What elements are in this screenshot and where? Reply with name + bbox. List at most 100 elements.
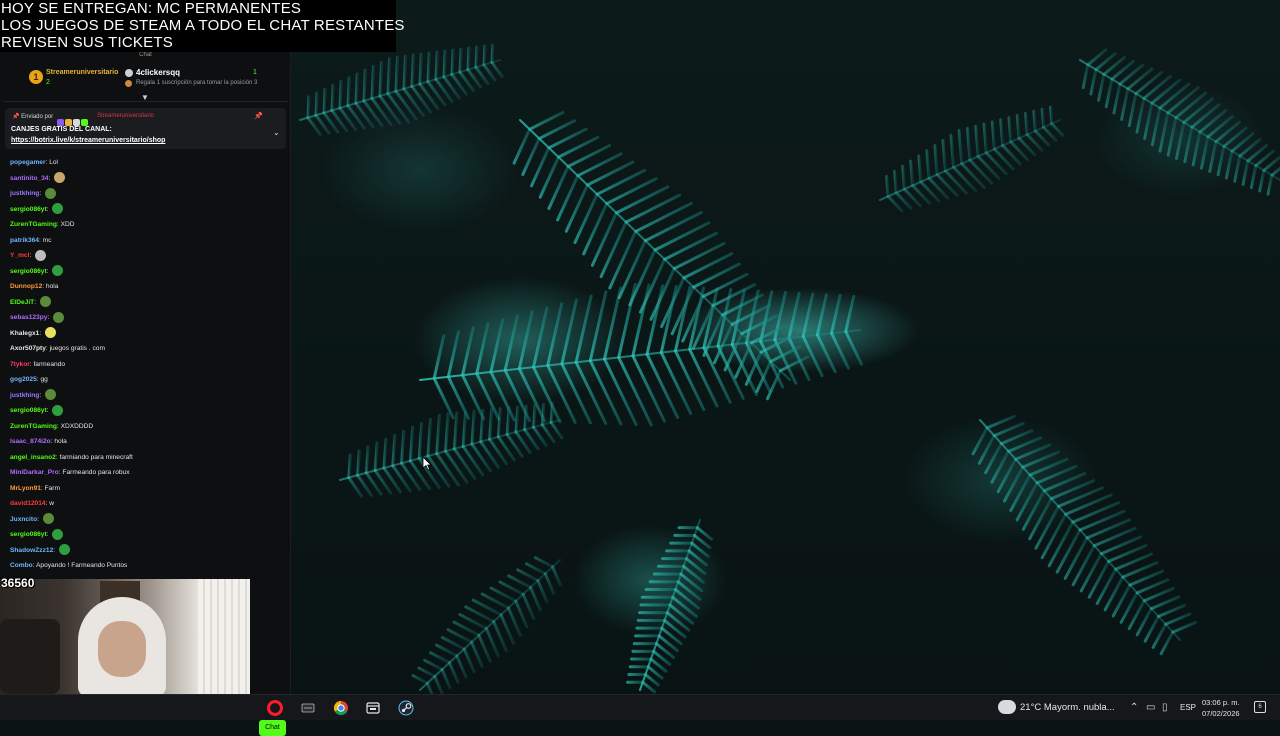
chat-message: ShadowZzz12: <box>0 543 291 559</box>
chat-text: farmeando <box>33 360 65 368</box>
chat-username[interactable]: sergio086yt <box>10 531 47 538</box>
chat-username[interactable]: Juxncito <box>10 516 37 523</box>
pinned-link[interactable]: https://botrix.live/k/streameruniversita… <box>11 137 165 144</box>
chat-message: Combo: Apoyando ! Farmeando Puntos <box>0 558 291 574</box>
chat-username[interactable]: Combo <box>10 562 33 569</box>
chat-message: sergio086yt: <box>0 202 291 218</box>
system-clock[interactable]: 03:06 p. m. 07/02/2026 <box>1202 697 1240 719</box>
chat-text: gg <box>40 376 48 383</box>
chat-username[interactable]: sebas123py <box>10 314 47 321</box>
chat-separator: : <box>46 267 51 275</box>
chat-text: mc <box>42 236 52 244</box>
chat-username[interactable]: justkhing <box>10 190 39 197</box>
chat-message: Isaac_874i2o: hola <box>0 434 291 450</box>
chat-separator: : <box>53 546 57 554</box>
chat-message: patrik364: mc <box>0 233 291 249</box>
chat-heading: Chat <box>139 52 152 58</box>
chat-message: Dunnop12: hola <box>0 279 291 295</box>
chat-emote-icon <box>52 265 64 277</box>
pinned-author[interactable]: Streameruniversitario <box>97 113 154 119</box>
chat-username[interactable]: MrLyon91 <box>10 485 41 492</box>
chat-username[interactable]: gog2025 <box>10 376 37 383</box>
pinned-sent-by: 📌 Enviado por <box>12 114 54 120</box>
leaderboard-top-name[interactable]: Streameruniversitario <box>46 69 118 76</box>
chat-username[interactable]: david12014 <box>10 500 46 507</box>
chat-message: santinito_34: <box>0 171 291 187</box>
chat-username[interactable]: Axor507pty <box>10 345 46 352</box>
battery-icon[interactable]: ▯ <box>1162 702 1168 713</box>
chat-emote-icon <box>44 187 56 199</box>
notification-center-icon[interactable]: 6 <box>1254 701 1266 713</box>
chat-message: Axor507pty: juegos gratis . com <box>0 341 291 357</box>
mouse-cursor-icon <box>422 456 432 471</box>
chat-username[interactable]: Khalegx1 <box>10 330 39 337</box>
chat-username[interactable]: patrik364 <box>10 237 39 244</box>
chat-username[interactable]: MiniDarkar_Pro <box>10 469 59 476</box>
announcement-line: REVISEN SUS TICKETS <box>1 34 173 51</box>
network-icon[interactable]: ▭ <box>1146 702 1155 713</box>
file-manager-icon[interactable] <box>364 699 382 717</box>
chat-username[interactable]: angel_insano2 <box>10 454 56 461</box>
icue-icon[interactable] <box>299 699 317 717</box>
chat-message: sergio086yt: <box>0 264 291 280</box>
chat-send-button[interactable]: Chat <box>259 720 286 736</box>
chat-separator: : <box>34 298 38 306</box>
weather-cloud-icon[interactable] <box>998 700 1016 714</box>
chat-username[interactable]: ElDeJiT <box>10 299 34 306</box>
language-indicator[interactable]: ESP <box>1180 703 1196 712</box>
chat-emote-icon <box>52 203 64 215</box>
chat-message: justkhing: <box>0 388 291 404</box>
chat-separator: : <box>39 391 43 399</box>
pinned-message[interactable]: 📌 Enviado por Streameruniversitario 📌 ⌄ … <box>5 108 286 149</box>
chat-emote-icon <box>58 544 70 556</box>
pin-icon[interactable]: 📌 <box>254 112 263 120</box>
chat-username[interactable]: justkhing <box>10 392 39 399</box>
rank-badge: 1 <box>29 70 43 84</box>
opera-icon[interactable] <box>266 699 284 717</box>
chat-username[interactable]: ZurenTGaming <box>10 221 57 228</box>
chat-username[interactable]: santinito_34 <box>10 175 48 182</box>
chat-emote-icon <box>39 296 51 308</box>
chat-separator: : <box>47 314 52 321</box>
chat-text: Farmeando para robux <box>62 469 130 476</box>
stream-announcement-overlay: HOY SE ENTREGAN: MC PERMANENTES LOS JUEG… <box>0 0 404 52</box>
chat-message: MiniDarkar_Pro: Farmeando para robux <box>0 465 291 481</box>
chat-username[interactable]: sergio086yt <box>10 407 47 414</box>
chat-username[interactable]: Y_mcl <box>10 252 29 259</box>
leaderboard-hint: Regala 1 suscripción para tomar la posic… <box>136 80 258 86</box>
chat-username[interactable]: Isaac_874i2o <box>10 438 51 445</box>
clock-date: 07/02/2026 <box>1202 709 1240 718</box>
chat-separator: : <box>46 205 51 213</box>
chat-separator: : <box>37 515 41 523</box>
chat-separator: : <box>39 329 43 337</box>
steam-icon[interactable] <box>397 699 415 717</box>
chat-separator: : <box>46 531 51 538</box>
weather-widget[interactable]: 21°C Mayorm. nubla... <box>1020 702 1115 713</box>
collapse-arrow-icon[interactable]: ▼ <box>141 94 149 102</box>
chat-text: farmiando para minecraft <box>59 453 133 461</box>
leaderboard-gifter-name[interactable]: 4clickersqq <box>136 68 180 77</box>
chat-emote-icon <box>52 528 64 540</box>
chrome-icon[interactable] <box>332 699 350 717</box>
chat-message: justkhing: <box>0 186 291 202</box>
chat-text: juegos gratis . com <box>49 345 105 352</box>
chat-username[interactable]: ZurenTGaming <box>10 423 57 430</box>
chat-text: hola <box>54 438 67 445</box>
chat-username[interactable]: popegamer <box>10 159 46 166</box>
chat-emote-icon <box>45 327 56 339</box>
chevron-up-icon[interactable]: ⌃ <box>1130 702 1138 713</box>
chat-text: Lol <box>49 159 59 166</box>
chat-username[interactable]: ShadowZzz12 <box>10 547 53 554</box>
chevron-down-icon[interactable]: ⌄ <box>273 128 280 137</box>
chat-username[interactable]: 7tykor <box>10 361 30 368</box>
chat-message: sebas123py: <box>0 310 291 326</box>
chat-username[interactable]: Dunnop12 <box>10 283 42 290</box>
gift-icon <box>125 69 133 77</box>
chat-text: XDXDDDD <box>60 422 94 430</box>
chat-username[interactable]: sergio086yt <box>10 206 47 213</box>
pinned-title: CANJES GRATIS DEL CANAL: <box>11 126 112 133</box>
chat-message: gog2025: gg <box>0 372 291 388</box>
chat-message-list[interactable]: popegamer: Lol santinito_34: justkhing: s… <box>0 155 291 574</box>
chat-text: w <box>49 500 54 507</box>
chat-username[interactable]: sergio086yt <box>10 268 47 275</box>
